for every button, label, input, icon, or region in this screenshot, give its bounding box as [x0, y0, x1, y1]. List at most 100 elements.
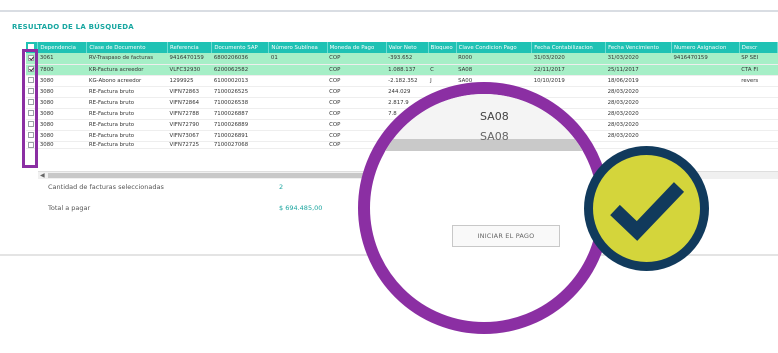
cell-fecha-contabilizacion: 10/10/2019 — [531, 75, 606, 87]
selected-count-label: Cantidad de facturas seleccionadas — [48, 183, 164, 191]
cell-numero-asignacion — [671, 108, 740, 120]
col-header-numero-asignacion[interactable]: Numero Asignacion — [671, 42, 740, 53]
cell-numero-asignacion — [671, 141, 740, 149]
cell-valor-neto: 1.088.137 — [386, 64, 429, 76]
cell-clave-condicion-pago: SA08 — [456, 64, 532, 76]
cell-valor-neto: -2.182.352 — [386, 75, 429, 87]
cell-clase-documento: RE-Factura bruto — [86, 130, 168, 142]
cell-numero-sublinea — [268, 64, 328, 76]
cell-documento-sap: 6200062582 — [211, 64, 269, 76]
col-header-valor-neto[interactable]: Valor Neto — [386, 42, 429, 53]
cell-clase-documento: RE-Factura bruto — [86, 141, 168, 149]
table-row[interactable]: 3080 KG-Abono acreedor 1299925 6100002013 CO… — [26, 75, 778, 87]
cell-moneda-pago: COP — [327, 53, 387, 65]
cell-numero-asignacion — [671, 119, 740, 131]
col-header-descripcion[interactable]: Descr — [739, 42, 778, 53]
cell-clase-documento: KR-Factura acreedor — [86, 64, 168, 76]
col-header-referencia[interactable]: Referencia — [167, 42, 213, 53]
total-value: $ 694.485,00 — [279, 204, 323, 212]
cell-numero-asignacion: 9416470159 — [671, 53, 740, 65]
cell-documento-sap: 6100002013 — [211, 75, 269, 87]
cell-descripcion: SP SEI — [739, 53, 778, 65]
cell-dependencia: 3061 — [37, 53, 87, 65]
cell-documento-sap: 7100026525 — [211, 86, 269, 98]
cell-referencia: VIFN72864 — [167, 97, 212, 109]
cell-bloqueo — [428, 53, 457, 65]
results-title: RESULTADO DE LA BÚSQUEDA — [12, 23, 134, 31]
cell-numero-asignacion — [671, 64, 740, 76]
cell-clase-documento: RE-Factura bruto — [86, 97, 168, 109]
dropdown-option[interactable]: SA08 — [480, 110, 509, 123]
cell-fecha-vencimiento: 28/03/2020 — [605, 86, 672, 98]
cell-moneda-pago: COP — [327, 64, 387, 76]
col-header-numero-sublinea[interactable]: Número Sublínea — [268, 42, 328, 53]
col-header-clase-documento[interactable]: Clase de Documento — [86, 42, 169, 53]
cell-dependencia: 3080 — [37, 108, 87, 120]
cell-fecha-vencimiento: 18/06/2019 — [605, 75, 672, 87]
cell-descripcion: revers — [739, 75, 778, 87]
cell-referencia: VLFC32930 — [167, 64, 212, 76]
cell-descripcion: CTA FI — [739, 64, 778, 76]
zoom-magnifier: SA08 SA08 INICIAR EL PAGO — [358, 82, 610, 334]
table-header-row: Dependencia Clase de Documento Referenci… — [26, 42, 778, 53]
check-badge — [584, 146, 709, 271]
cell-descripcion — [739, 108, 778, 120]
cell-numero-asignacion — [671, 97, 740, 109]
col-header-moneda-pago[interactable]: Moneda de Pago — [327, 42, 387, 53]
cell-referencia: VIFN72863 — [167, 86, 212, 98]
dropdown-option-partial[interactable]: SA08 — [480, 130, 509, 143]
cell-numero-sublinea — [268, 130, 328, 142]
cell-fecha-vencimiento: 28/03/2020 — [605, 108, 672, 120]
table-row[interactable]: 7800 KR-Factura acreedor VLFC32930 62000625… — [26, 64, 778, 76]
cell-moneda-pago: COP — [327, 75, 387, 87]
cell-dependencia: 7800 — [37, 64, 87, 76]
cell-referencia: VIFN72725 — [167, 141, 212, 149]
cell-valor-neto: -393.652 — [386, 53, 429, 65]
cell-dependencia: 3080 — [37, 86, 87, 98]
selected-count-value: 2 — [279, 183, 284, 191]
start-payment-button[interactable]: INICIAR EL PAGO — [452, 225, 560, 247]
cell-fecha-contabilizacion: 31/03/2020 — [531, 53, 606, 65]
cell-numero-asignacion — [671, 86, 740, 98]
cell-referencia: VIFN73067 — [167, 130, 212, 142]
col-header-documento-sap[interactable]: Documento SAP — [211, 42, 270, 53]
cell-dependencia: 3080 — [37, 97, 87, 109]
col-header-fecha-vencimiento[interactable]: Fecha Vencimiento — [605, 42, 672, 53]
cell-dependencia: 3080 — [37, 75, 87, 87]
cell-numero-sublinea — [268, 119, 328, 131]
cell-clase-documento: KG-Abono acreedor — [86, 75, 168, 87]
cell-documento-sap: 7100026889 — [211, 119, 269, 131]
cell-referencia: 1299925 — [167, 75, 212, 87]
cell-clave-condicion-pago: R000 — [456, 53, 532, 65]
cell-bloqueo: J — [428, 75, 457, 87]
cell-referencia: 9416470159 — [167, 53, 212, 65]
cell-descripcion — [739, 86, 778, 98]
cell-dependencia: 3080 — [37, 119, 87, 131]
cell-descripcion — [739, 119, 778, 131]
col-header-dependencia[interactable]: Dependencia — [37, 42, 88, 53]
cell-clase-documento: RE-Factura bruto — [86, 86, 168, 98]
check-icon — [610, 182, 685, 241]
cell-numero-sublinea — [268, 75, 328, 87]
col-header-clave-condicion-pago[interactable]: Clave Condicion Pago — [456, 42, 533, 53]
total-label: Total a pagar — [48, 204, 91, 212]
cell-bloqueo: C — [428, 64, 457, 76]
table-row[interactable]: 3061 RV-Traspaso de facturas 9416470159 680… — [26, 53, 778, 65]
col-header-bloqueo[interactable]: Bloqueo — [428, 42, 457, 53]
cell-fecha-vencimiento: 28/03/2020 — [605, 130, 672, 142]
cell-numero-asignacion — [671, 130, 740, 142]
scroll-left-icon[interactable]: ◀ — [40, 172, 45, 179]
col-header-fecha-contabilizacion[interactable]: Fecha Contabilizacion — [531, 42, 607, 53]
cell-fecha-vencimiento: 25/11/2017 — [605, 64, 672, 76]
cell-referencia: VIFN72788 — [167, 108, 212, 120]
cell-descripcion — [739, 141, 778, 149]
cell-referencia: VIFN72790 — [167, 119, 212, 131]
cell-descripcion — [739, 97, 778, 109]
cell-clase-documento: RE-Factura bruto — [86, 108, 168, 120]
cell-numero-asignacion — [671, 75, 740, 87]
cell-fecha-contabilizacion: 22/11/2017 — [531, 64, 606, 76]
cell-clase-documento: RE-Factura bruto — [86, 119, 168, 131]
cell-numero-sublinea — [268, 97, 328, 109]
cell-documento-sap: 7100026887 — [211, 108, 269, 120]
checkbox-column-highlight — [22, 49, 38, 168]
